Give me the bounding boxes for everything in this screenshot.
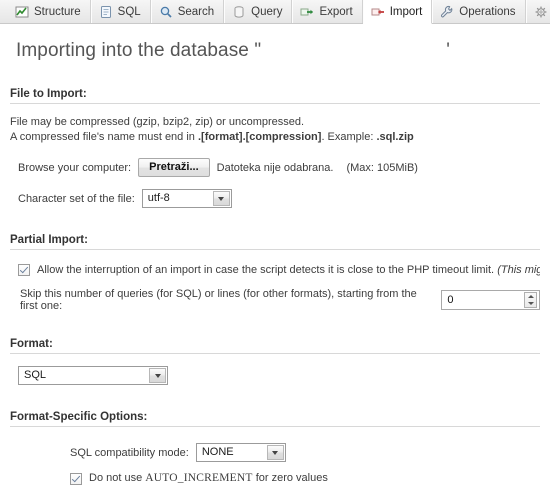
file-to-import-heading: File to Import: [10,88,540,104]
partial-import-heading: Partial Import: [10,234,540,250]
charset-select[interactable]: utf-8 [141,189,232,208]
help-line-2: A compressed file's name must end in .[f… [10,130,540,145]
stepper-arrows[interactable] [524,292,537,308]
help-line-1: File may be compressed (gzip, bzip2, zip… [10,116,305,128]
charset-row: Character set of the file: utf-8 [10,189,540,208]
tab-label: Operations [459,5,516,18]
format-select[interactable]: SQL [18,366,168,385]
auto-increment-row: Do not use AUTO_INCREMENT for zero value… [10,471,540,485]
max-size-note: (Max: 105MiB) [346,161,418,174]
allow-interrupt-text: Allow the interruption of an import in c… [37,264,495,276]
tab-sql[interactable]: SQL [90,0,151,23]
skip-queries-stepper[interactable]: 0 [441,290,540,310]
import-content: Importing into the database " ' File to I… [0,40,550,500]
auto-increment-checkbox[interactable] [70,472,82,485]
stepper-up-icon[interactable] [527,295,534,298]
stepper-down-icon[interactable] [527,302,534,305]
selected-file-status: Datoteka nije odabrana. [216,161,334,174]
tab-label: Query [251,5,283,18]
help-example-token: .sql.zip [376,131,414,143]
format-specific-options-heading: Format-Specific Options: [10,411,540,427]
sql-compatibility-label: SQL compatibility mode: [70,446,189,459]
sql-compatibility-row: SQL compatibility mode: NONE [10,443,540,462]
skip-queries-row: Skip this number of queries (for SQL) or… [10,288,540,312]
tab-import[interactable]: Import [362,0,433,24]
help-line-2-mid: . Example: [321,131,377,143]
tab-structure[interactable]: Structure [8,0,91,23]
format-select-value: SQL [24,369,47,381]
allow-interrupt-note: (This might be a good way to [497,264,540,276]
page-title-suffix: ' [446,40,450,61]
auto-increment-keyword: AUTO_INCREMENT [145,472,253,484]
tab-label: Search [177,5,215,18]
tab-export[interactable]: Export [292,0,363,23]
page-title: Importing into the database " ' [16,40,540,62]
tab-routines[interactable]: Routines [525,0,550,23]
allow-interrupt-checkbox[interactable] [18,264,30,276]
file-to-import-help: File may be compressed (gzip, bzip2, zip… [10,115,540,145]
auto-increment-pre-text: Do not use [89,472,146,484]
format-row: SQL [10,366,540,385]
export-icon [300,5,314,19]
chevron-down-icon [266,445,284,460]
auto-increment-post-text: for zero values [252,472,328,484]
allow-interrupt-row: Allow the interruption of an import in c… [10,263,540,277]
skip-queries-label: Skip this number of queries (for SQL) or… [20,288,417,312]
search-icon [159,5,173,19]
chevron-down-icon [212,191,230,206]
tab-operations[interactable]: Operations [432,0,526,23]
tab-label: Structure [34,5,81,18]
auto-increment-label: Do not use AUTO_INCREMENT for zero value… [89,471,328,485]
format-heading: Format: [10,338,540,354]
sql-compatibility-select[interactable]: NONE [195,443,286,462]
browse-label: Browse your computer: [18,161,132,174]
routines-icon [534,5,548,19]
tab-label: Export [319,5,353,18]
tab-search[interactable]: Search [150,0,225,23]
tab-label: Import [389,5,423,18]
import-page: Structure SQL Search Query Export Import… [0,0,550,500]
main-tab-bar: Structure SQL Search Query Export Import… [0,0,550,24]
page-title-prefix: Importing into the database " [16,40,262,61]
tab-query[interactable]: Query [224,0,293,23]
import-icon [371,5,385,19]
query-icon [232,5,246,19]
allow-interrupt-label: Allow the interruption of an import in c… [37,263,540,277]
structure-icon [15,5,29,19]
help-line-2-pre: A compressed file's name must end in [10,131,198,143]
wrench-icon [440,5,454,19]
tab-label: SQL [117,5,141,18]
charset-label: Character set of the file: [18,192,135,205]
sql-icon [99,5,113,19]
browse-row: Browse your computer: Pretraži... Datote… [10,158,540,177]
browse-file-button[interactable]: Pretraži... [138,158,210,177]
chevron-down-icon [149,368,166,383]
help-format-token: .[format].[compression] [197,131,322,143]
